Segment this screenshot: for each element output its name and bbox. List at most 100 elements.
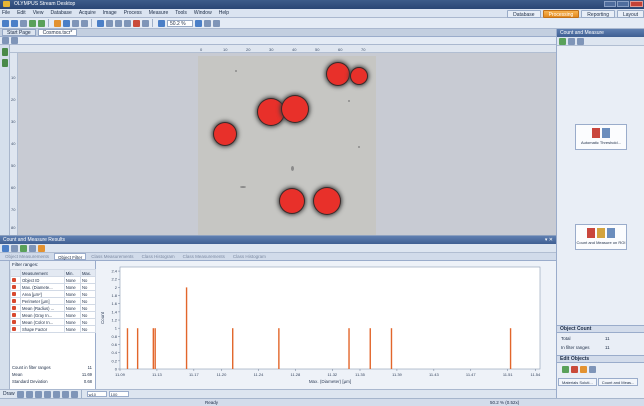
- snapshot-icon[interactable]: [63, 19, 70, 27]
- copy-icon[interactable]: [11, 244, 18, 252]
- pan-icon[interactable]: [106, 19, 113, 27]
- tab-cosmos[interactable]: Cosmos.tscr*: [37, 29, 78, 36]
- menu-tools[interactable]: Tools: [175, 10, 187, 16]
- count-measure-roi-button[interactable]: Count and Measure on ROI: [575, 224, 627, 250]
- results-settings-icon[interactable]: [29, 244, 36, 252]
- tools-icon[interactable]: [1, 59, 8, 67]
- row-max[interactable]: No: [79, 325, 97, 333]
- row-min[interactable]: None: [63, 311, 81, 319]
- image-viewport[interactable]: [18, 53, 556, 235]
- table-row[interactable]: Mean (Gray In... None No: [10, 311, 97, 319]
- row-min[interactable]: None: [63, 283, 81, 291]
- line-icon[interactable]: [25, 390, 33, 398]
- row-max[interactable]: No: [79, 297, 97, 305]
- histogram-chart[interactable]: 0 0.2 0.4 0.6 0.8 1 1.2 1.4 1.6 1.8 2 2.2 2.4 11.09 11…: [98, 261, 550, 401]
- particle[interactable]: [280, 189, 304, 213]
- menu-process[interactable]: Process: [124, 10, 142, 16]
- menu-edit[interactable]: Edit: [17, 10, 26, 16]
- print-icon[interactable]: [20, 19, 27, 27]
- add-object-icon[interactable]: [562, 366, 569, 373]
- row-min[interactable]: None: [63, 276, 81, 284]
- menu-view[interactable]: View: [33, 10, 44, 16]
- merge-object-icon[interactable]: [580, 366, 587, 373]
- bottom-zoom-select[interactable]: 100: [108, 391, 129, 397]
- tab-count-measure[interactable]: Count and Meas...: [597, 378, 639, 386]
- export-icon[interactable]: [2, 244, 9, 252]
- tab-class-measurements-2[interactable]: Class Measurements: [180, 253, 228, 260]
- table-row[interactable]: Area [µm²] None No: [10, 290, 97, 298]
- table-row[interactable]: Shape Factor None No: [10, 325, 97, 333]
- rectangle-icon[interactable]: [34, 390, 42, 398]
- minimize-button[interactable]: [604, 1, 616, 7]
- row-min[interactable]: None: [63, 290, 81, 298]
- image-layer-icon[interactable]: [11, 37, 18, 44]
- tab-materials-solutions[interactable]: Materials Soluti...: [558, 378, 597, 386]
- layout-database[interactable]: Database: [507, 10, 541, 18]
- table-row[interactable]: Object ID None No: [10, 276, 97, 284]
- row-min[interactable]: None: [63, 318, 81, 326]
- close-button[interactable]: [630, 1, 643, 7]
- panel-pin-icon[interactable]: ▾ ✕: [545, 236, 553, 244]
- menu-image[interactable]: Image: [103, 10, 117, 16]
- camera-icon[interactable]: [54, 19, 61, 27]
- layout-processing[interactable]: Processing: [542, 10, 580, 18]
- select-icon[interactable]: [97, 19, 104, 27]
- tab-object-filter[interactable]: Object Filter: [54, 253, 87, 260]
- panel-options-icon[interactable]: [577, 37, 584, 45]
- row-max[interactable]: No: [79, 290, 97, 298]
- row-min[interactable]: None: [63, 304, 81, 312]
- zoom-in-icon[interactable]: [195, 19, 202, 27]
- zoom-fit-icon[interactable]: [204, 19, 211, 27]
- redo-icon[interactable]: [38, 19, 45, 27]
- particle[interactable]: [214, 123, 236, 145]
- results-refresh-icon[interactable]: [38, 244, 45, 252]
- excel-icon[interactable]: [20, 244, 27, 252]
- microscope-image[interactable]: [198, 56, 376, 235]
- row-max[interactable]: No: [79, 283, 97, 291]
- menu-database[interactable]: Database: [50, 10, 71, 16]
- tab-class-histogram[interactable]: Class Histogram: [139, 253, 178, 260]
- menu-file[interactable]: File: [2, 10, 10, 16]
- polygon-icon[interactable]: [52, 390, 60, 398]
- zoom-level[interactable]: 50.2 %: [167, 19, 193, 27]
- menu-measure[interactable]: Measure: [149, 10, 168, 16]
- panel-settings-icon[interactable]: [568, 37, 575, 45]
- particle[interactable]: [282, 96, 308, 122]
- measure-icon[interactable]: [124, 19, 131, 27]
- delete-object-icon[interactable]: [571, 366, 578, 373]
- undo-icon[interactable]: [29, 19, 36, 27]
- row-max[interactable]: No: [79, 318, 97, 326]
- menu-window[interactable]: Window: [194, 10, 212, 16]
- row-max[interactable]: No: [79, 311, 97, 319]
- row-min[interactable]: None: [63, 297, 81, 305]
- text-icon[interactable]: [61, 390, 69, 398]
- layout-layout[interactable]: Layout: [616, 10, 644, 18]
- tab-object-measurements[interactable]: Object Measurements: [2, 253, 52, 260]
- table-row[interactable]: Max. (Diamete... None No: [10, 283, 97, 291]
- layout-reporting[interactable]: Reporting: [581, 10, 615, 18]
- maximize-button[interactable]: [617, 1, 629, 7]
- arrow-icon[interactable]: [70, 390, 78, 398]
- image-view-icon[interactable]: [2, 37, 9, 44]
- zoom-out-icon[interactable]: [158, 19, 165, 27]
- live-icon[interactable]: [72, 19, 79, 27]
- table-row[interactable]: Perimeter [µm] None No: [10, 297, 97, 305]
- line-width-select[interactable]: w10: [86, 391, 107, 397]
- table-row[interactable]: Mean (Radius) ... None No: [10, 304, 97, 312]
- color-icon[interactable]: [133, 19, 140, 27]
- row-min[interactable]: None: [63, 325, 81, 333]
- tab-class-measurements[interactable]: Class Measurements: [88, 253, 136, 260]
- particle[interactable]: [258, 99, 284, 125]
- gallery-icon[interactable]: [1, 48, 8, 56]
- ellipse-icon[interactable]: [43, 390, 51, 398]
- automatic-threshold-button[interactable]: Automatic Threshold...: [575, 124, 627, 150]
- split-object-icon[interactable]: [589, 366, 596, 373]
- panel-new-icon[interactable]: [559, 37, 566, 45]
- row-max[interactable]: No: [79, 276, 97, 284]
- process-icon[interactable]: [81, 19, 88, 27]
- tab-class-histogram-2[interactable]: Class Histogram: [230, 253, 269, 260]
- filter-icon[interactable]: [142, 19, 149, 27]
- save-icon[interactable]: [11, 19, 18, 27]
- zoom-100-icon[interactable]: [213, 19, 220, 27]
- tab-start-page[interactable]: Start Page: [2, 29, 36, 36]
